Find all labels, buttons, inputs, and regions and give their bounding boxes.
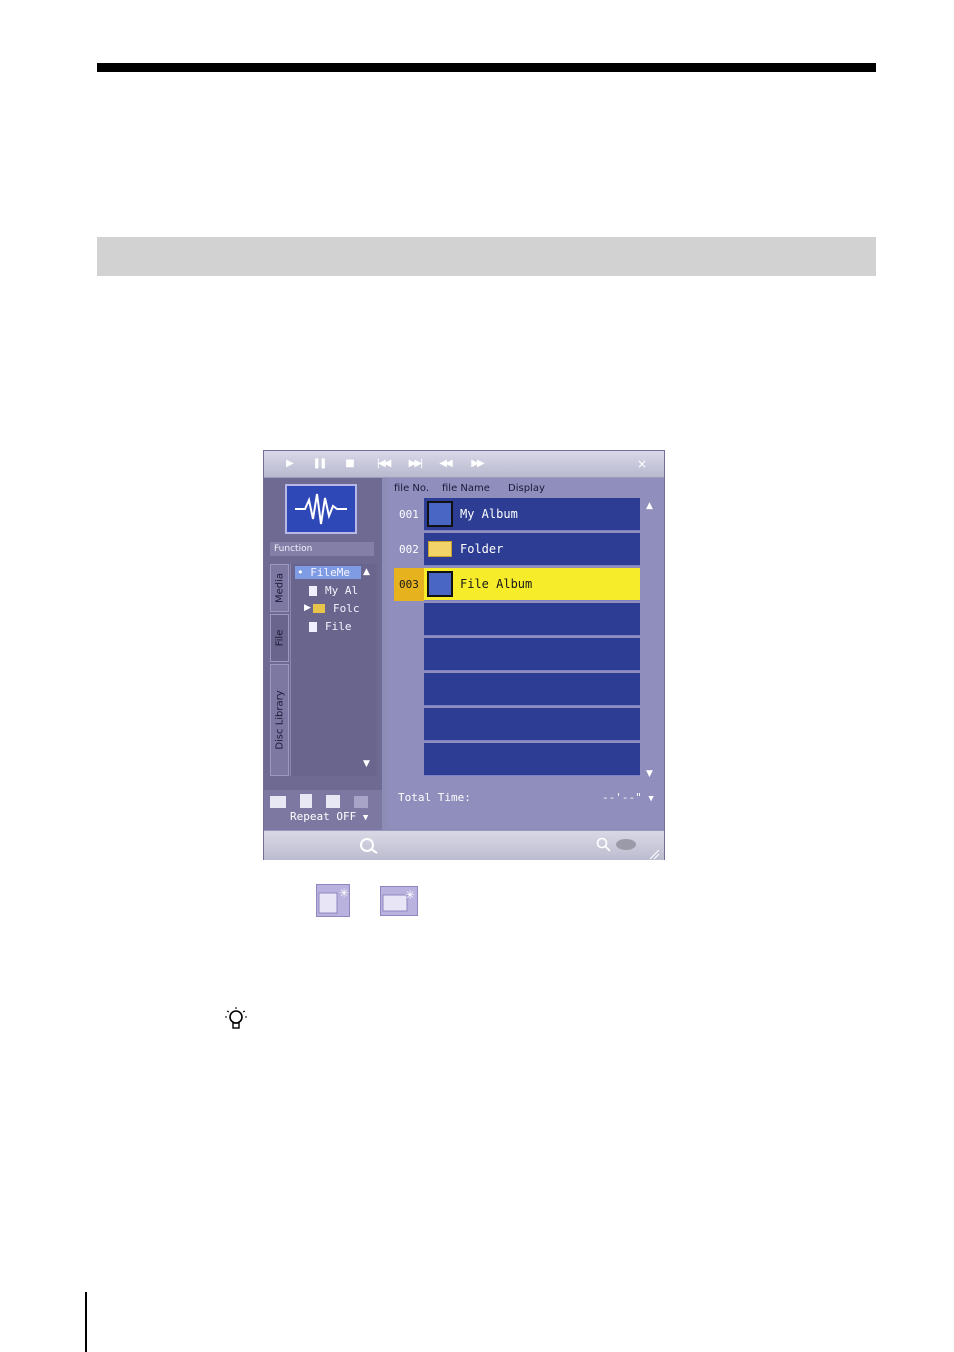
expand-arrow-icon[interactable]: ▶ bbox=[304, 604, 311, 613]
tab-media[interactable]: Media bbox=[270, 564, 289, 612]
folder-icon bbox=[428, 541, 452, 557]
table-row[interactable] bbox=[394, 743, 640, 776]
tab-disc-library[interactable]: Disc Library bbox=[270, 664, 289, 776]
folder-icon bbox=[313, 604, 325, 613]
table-row[interactable] bbox=[394, 638, 640, 671]
svg-text:✳: ✳ bbox=[339, 886, 349, 900]
rewind-icon[interactable]: ◀◀ bbox=[434, 456, 456, 471]
row-cell[interactable] bbox=[424, 638, 640, 671]
row-name: My Album bbox=[460, 507, 518, 521]
tree-item-root[interactable]: • FileMe bbox=[295, 566, 361, 579]
scroll-up-icon[interactable]: ▲ bbox=[363, 568, 370, 577]
total-time-label: Total Time: bbox=[398, 791, 471, 804]
close-button[interactable]: × bbox=[634, 456, 650, 472]
table-row[interactable]: 002 Folder bbox=[394, 533, 640, 566]
row-name: File Album bbox=[460, 577, 533, 591]
chevron-down-icon: ▼ bbox=[362, 813, 369, 823]
row-cell[interactable]: File Album bbox=[424, 568, 640, 601]
file-icon bbox=[309, 586, 317, 596]
row-number: 003 bbox=[399, 578, 419, 591]
move-file-icon[interactable] bbox=[326, 795, 340, 808]
visualizer-icon[interactable] bbox=[358, 836, 380, 854]
row-cell[interactable] bbox=[424, 673, 640, 706]
row-cell[interactable]: My Album bbox=[424, 498, 640, 531]
repeat-mode-select[interactable]: Repeat OFF ▼ bbox=[290, 810, 368, 823]
table-row[interactable] bbox=[394, 708, 640, 741]
row-name: Folder bbox=[460, 542, 504, 556]
folder-tree: • FileMe My Al ▶ Folc File ▲ ▼ bbox=[290, 564, 377, 776]
top-rule bbox=[97, 63, 876, 72]
row-cell[interactable]: Folder bbox=[424, 533, 640, 566]
side-tabs: Media File Disc Library bbox=[270, 564, 290, 776]
search-icon[interactable] bbox=[596, 837, 612, 853]
status-bar bbox=[264, 830, 664, 860]
table-row[interactable] bbox=[394, 603, 640, 636]
chevron-down-icon[interactable]: ▼ bbox=[648, 794, 653, 804]
file-list-panel: file No. file Name Display 001 My Album 00… bbox=[388, 478, 664, 828]
fast-forward-icon[interactable]: ▶▶ bbox=[466, 456, 488, 471]
left-panel: Function Media File Disc Library • FileM… bbox=[264, 478, 382, 856]
column-header-display: Display bbox=[508, 483, 545, 494]
new-folder-icon[interactable] bbox=[270, 796, 286, 808]
row-number: 001 bbox=[399, 508, 419, 521]
new-file-icon[interactable] bbox=[300, 794, 312, 808]
tree-item-folder[interactable]: Folc bbox=[333, 602, 360, 615]
new-file-icon: ✳ bbox=[316, 884, 350, 917]
row-number: 002 bbox=[399, 543, 419, 556]
table-row[interactable]: 001 My Album bbox=[394, 498, 640, 531]
scroll-up-icon[interactable]: ▲ bbox=[646, 502, 653, 511]
row-cell[interactable] bbox=[424, 603, 640, 636]
scroll-down-icon[interactable]: ▼ bbox=[363, 760, 370, 769]
tab-file[interactable]: File bbox=[270, 614, 289, 662]
resize-grip-icon[interactable] bbox=[648, 845, 660, 860]
margin-rule bbox=[85, 1292, 87, 1352]
eraser-icon[interactable] bbox=[616, 839, 636, 850]
scroll-down-icon[interactable]: ▼ bbox=[646, 770, 653, 779]
tree-item-file-album[interactable]: File bbox=[325, 620, 352, 633]
pause-icon[interactable]: ❚❚ bbox=[308, 456, 330, 471]
table-row[interactable]: 003 File Album bbox=[394, 568, 640, 601]
row-cell[interactable] bbox=[424, 743, 640, 776]
delete-icon[interactable] bbox=[354, 796, 368, 808]
svg-text:✳: ✳ bbox=[405, 888, 415, 902]
album-icon bbox=[427, 501, 453, 527]
section-header-bar bbox=[97, 237, 876, 276]
tree-item-my-album[interactable]: My Al bbox=[325, 584, 358, 597]
waveform-logo-icon bbox=[285, 484, 357, 534]
file-icon bbox=[309, 622, 317, 632]
previous-track-icon[interactable]: |◀◀ bbox=[372, 456, 394, 471]
player-window: ▶ ❚❚ ■ |◀◀ ▶▶| ◀◀ ▶▶ × Function Media Fi… bbox=[263, 450, 665, 860]
play-icon[interactable]: ▶ bbox=[278, 456, 300, 471]
new-folder-icon: ✳ bbox=[380, 886, 418, 916]
total-time-value: --'--" ▼ bbox=[602, 791, 654, 804]
stop-icon[interactable]: ■ bbox=[338, 456, 360, 471]
column-header-no: file No. bbox=[394, 483, 430, 494]
table-row[interactable] bbox=[394, 673, 640, 706]
transport-toolbar: ▶ ❚❚ ■ |◀◀ ▶▶| ◀◀ ▶▶ × bbox=[264, 451, 664, 478]
lightbulb-hint-icon bbox=[224, 1006, 248, 1032]
column-header-name: file Name bbox=[442, 483, 490, 494]
function-label: Function bbox=[270, 542, 374, 556]
row-cell[interactable] bbox=[424, 708, 640, 741]
album-icon bbox=[427, 571, 453, 597]
next-track-icon[interactable]: ▶▶| bbox=[404, 456, 426, 471]
